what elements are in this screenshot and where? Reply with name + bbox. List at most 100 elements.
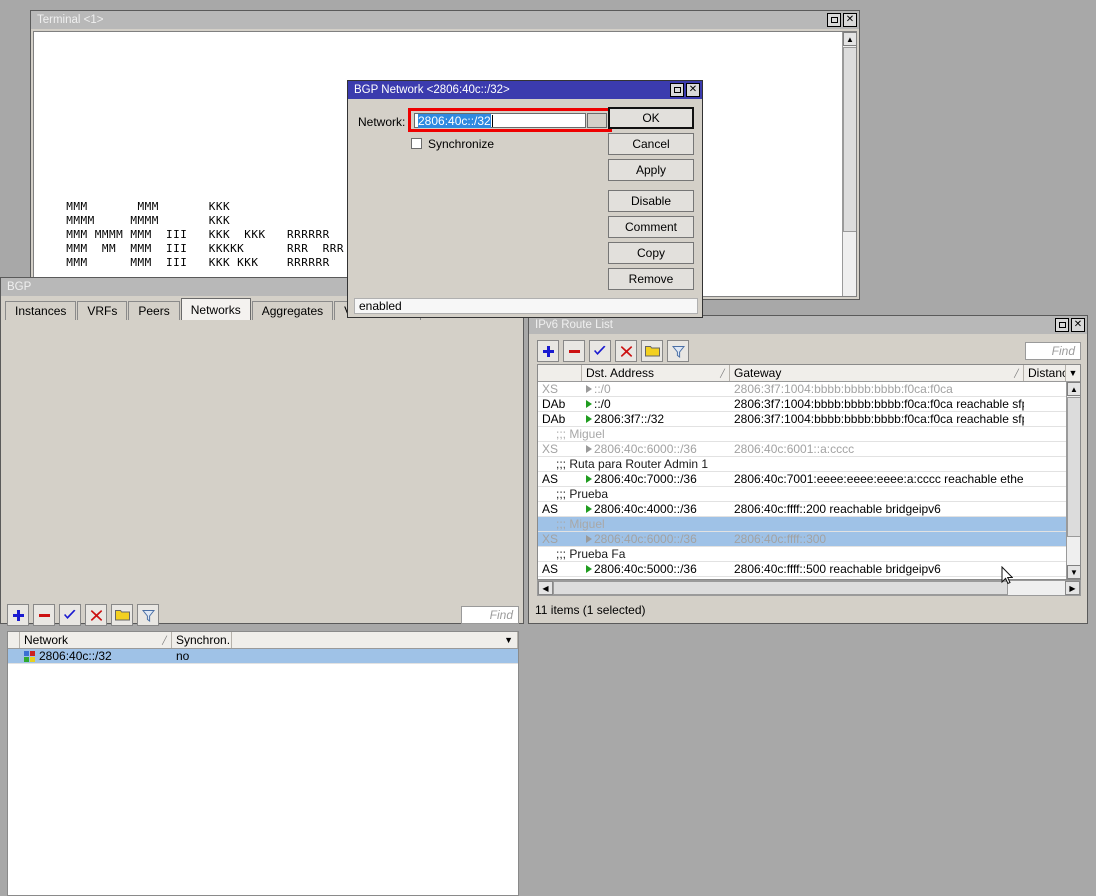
- table-header: Network ╱ Synchron... ▼: [8, 632, 518, 649]
- synchronize-checkbox[interactable]: [411, 138, 422, 149]
- tab-instances[interactable]: Instances: [5, 301, 76, 320]
- ipv6-route-table[interactable]: Dst. Address ╱ Gateway ╱ Distance ▼ XS::…: [537, 364, 1081, 580]
- maximize-icon[interactable]: [670, 83, 684, 97]
- header-gateway[interactable]: Gateway ╱: [730, 365, 1024, 381]
- bgp-networks-table[interactable]: Network ╱ Synchron... ▼ 2806:40c::/32: [7, 631, 519, 896]
- header-synchronize[interactable]: Synchron...: [172, 632, 232, 648]
- network-input[interactable]: 2806:40c::/32: [414, 113, 586, 128]
- tab-vrfs[interactable]: VRFs: [77, 301, 127, 320]
- bgp-toolbar[interactable]: [7, 604, 159, 626]
- bgp-network-dialog[interactable]: BGP Network <2806:40c::/32> ✕ Network: 2…: [347, 80, 703, 318]
- scroll-thumb[interactable]: [843, 47, 857, 232]
- route-titlebar[interactable]: IPv6 Route List ✕: [529, 316, 1087, 334]
- table-row[interactable]: XS::/02806:3f7:1004:bbbb:bbbb:bbbb:f0ca:…: [538, 382, 1080, 397]
- scroll-left-icon[interactable]: ◀: [538, 581, 553, 595]
- route-horizontal-scrollbar[interactable]: ◀ ▶: [537, 580, 1081, 596]
- filter-button[interactable]: [667, 340, 689, 362]
- cell-network: 2806:40c::/32: [20, 649, 172, 664]
- header-distance[interactable]: Distance: [1024, 365, 1066, 381]
- ok-button[interactable]: OK: [608, 107, 694, 129]
- bgp-find-input[interactable]: Find: [461, 606, 519, 624]
- comment-button[interactable]: [641, 340, 663, 362]
- enable-button[interactable]: [59, 604, 81, 626]
- cell-distance: [1024, 562, 1066, 577]
- close-icon[interactable]: ✕: [686, 83, 700, 97]
- button-label: Cancel: [632, 137, 669, 151]
- cell-flags: AS: [538, 562, 582, 577]
- header-network[interactable]: Network ╱: [20, 632, 172, 648]
- table-row[interactable]: AS2806:40c:5000::/362806:40c:ffff::500 r…: [538, 562, 1080, 577]
- table-row[interactable]: ;;; Prueba: [538, 487, 1080, 502]
- table-row[interactable]: ;;; Miguel: [538, 517, 1080, 532]
- header-dst-address[interactable]: Dst. Address ╱: [582, 365, 730, 381]
- dst-address-value: 2806:40c:6000::/36: [594, 532, 697, 546]
- close-icon[interactable]: ✕: [1071, 318, 1085, 332]
- filter-button[interactable]: [137, 604, 159, 626]
- network-field-button[interactable]: [587, 113, 607, 128]
- table-row[interactable]: DAb2806:3f7::/322806:3f7:1004:bbbb:bbbb:…: [538, 412, 1080, 427]
- scroll-up-icon[interactable]: ▲: [843, 32, 857, 46]
- route-rows-container: XS::/02806:3f7:1004:bbbb:bbbb:bbbb:f0ca:…: [538, 382, 1080, 580]
- sort-ascending-icon: ╱: [1014, 369, 1019, 378]
- column-menu-button[interactable]: ▼: [232, 632, 518, 648]
- table-row[interactable]: AS2806:40c:4000::/362806:40c:ffff::200 r…: [538, 502, 1080, 517]
- maximize-icon[interactable]: [1055, 318, 1069, 332]
- cell-distance: [1024, 442, 1066, 457]
- network-label: Network:: [358, 115, 405, 129]
- table-row[interactable]: 2806:40c::/32 no: [8, 649, 518, 664]
- cell-gateway: 2806:40c:6001::a:cccc: [730, 442, 1024, 457]
- table-row[interactable]: AS2806:40c:7000::/362806:40c:7001:eeee:e…: [538, 472, 1080, 487]
- scroll-thumb[interactable]: [553, 581, 1008, 595]
- remove-button[interactable]: Remove: [608, 268, 694, 290]
- tab-networks[interactable]: Networks: [181, 298, 251, 320]
- scroll-thumb[interactable]: [1067, 397, 1081, 537]
- enable-button[interactable]: [589, 340, 611, 362]
- apply-button[interactable]: Apply: [608, 159, 694, 181]
- button-label: Comment: [625, 220, 677, 234]
- route-active-icon: [586, 385, 592, 393]
- scroll-right-icon[interactable]: ▶: [1065, 581, 1080, 595]
- route-vertical-scrollbar[interactable]: ▲ ▼: [1066, 382, 1080, 579]
- column-menu-button[interactable]: ▼: [1066, 365, 1080, 381]
- tab-label: Instances: [15, 304, 66, 318]
- comment-button[interactable]: [111, 604, 133, 626]
- dst-address-value: 2806:40c:5000::/36: [594, 562, 697, 576]
- tab-aggregates[interactable]: Aggregates: [252, 301, 333, 320]
- bgp-window[interactable]: BGP Instances VRFs Peers Networks Aggreg…: [0, 277, 524, 624]
- terminal-vertical-scrollbar[interactable]: ▲: [842, 32, 856, 296]
- cell-flags: AS: [538, 472, 582, 487]
- cell-gateway: 2806:3f7:1004:bbbb:bbbb:bbbb:f0ca:f0ca: [730, 382, 1024, 397]
- remove-button[interactable]: [33, 604, 55, 626]
- table-row[interactable]: ;;; Miguel: [538, 427, 1080, 442]
- cell-comment: ;;; Prueba: [538, 487, 1080, 502]
- add-button[interactable]: [7, 604, 29, 626]
- copy-button[interactable]: Copy: [608, 242, 694, 264]
- route-toolbar[interactable]: [537, 340, 689, 362]
- route-find-input[interactable]: Find: [1025, 342, 1081, 360]
- scroll-up-icon[interactable]: ▲: [1067, 382, 1081, 396]
- table-row[interactable]: XS2806:40c:6000::/362806:40c:ffff::300: [538, 532, 1080, 547]
- comment-button[interactable]: Comment: [608, 216, 694, 238]
- table-row[interactable]: ;;; Prueba Fa: [538, 547, 1080, 562]
- disable-button[interactable]: [85, 604, 107, 626]
- cell-flags: DAb: [538, 397, 582, 412]
- maximize-icon[interactable]: [827, 13, 841, 27]
- dialog-titlebar[interactable]: BGP Network <2806:40c::/32> ✕: [348, 81, 702, 99]
- close-icon[interactable]: ✕: [843, 13, 857, 27]
- header-label: Dst. Address: [586, 366, 654, 380]
- header-flags[interactable]: [538, 365, 582, 381]
- disable-button[interactable]: [615, 340, 637, 362]
- table-row[interactable]: DAb::/02806:3f7:1004:bbbb:bbbb:bbbb:f0ca…: [538, 397, 1080, 412]
- table-row[interactable]: XS2806:40c:6000::/362806:40c:6001::a:ccc…: [538, 442, 1080, 457]
- cancel-button[interactable]: Cancel: [608, 133, 694, 155]
- find-placeholder: Find: [1052, 344, 1075, 358]
- header-flags[interactable]: [8, 632, 20, 648]
- tab-peers[interactable]: Peers: [128, 301, 179, 320]
- table-row[interactable]: ;;; Ruta para Router Admin 1: [538, 457, 1080, 472]
- add-button[interactable]: [537, 340, 559, 362]
- terminal-titlebar[interactable]: Terminal <1> ✕: [31, 11, 859, 29]
- ipv6-route-list-window[interactable]: IPv6 Route List ✕ Find: [528, 315, 1088, 624]
- scroll-down-icon[interactable]: ▼: [1067, 565, 1081, 579]
- disable-button[interactable]: Disable: [608, 190, 694, 212]
- remove-button[interactable]: [563, 340, 585, 362]
